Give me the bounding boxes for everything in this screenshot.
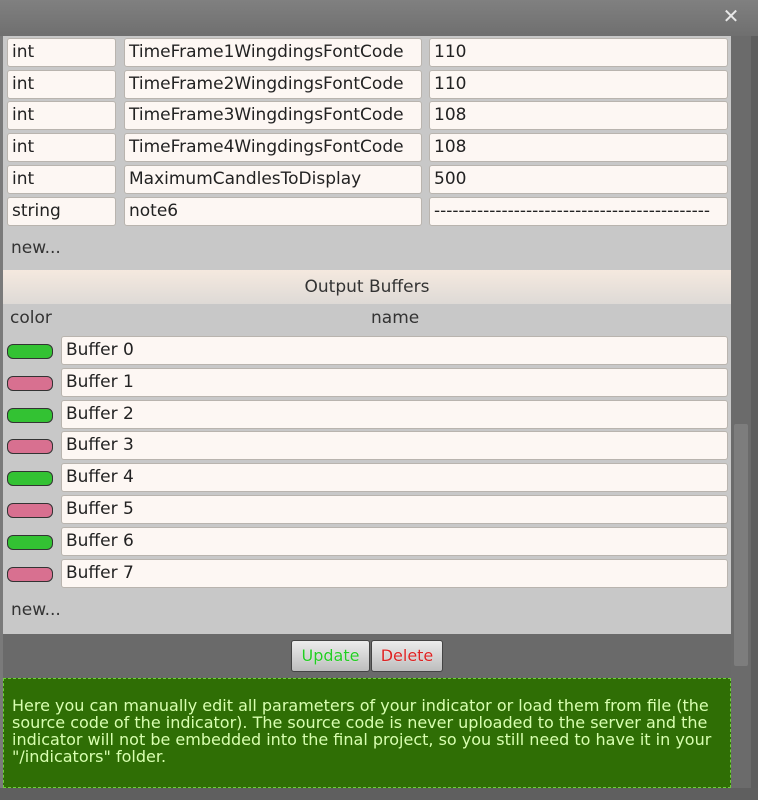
param-type-field[interactable]: int <box>7 133 116 162</box>
new-parameter-link[interactable]: new... <box>11 238 61 258</box>
close-icon[interactable]: ✕ <box>720 5 742 27</box>
buffer-color-swatch[interactable] <box>7 471 53 486</box>
param-type-field[interactable]: int <box>7 70 116 99</box>
param-name-field[interactable]: note6 <box>124 197 422 226</box>
delete-button[interactable]: Delete <box>371 640 443 672</box>
window-bottom-edge <box>0 788 758 800</box>
param-value-field[interactable]: 110 <box>429 70 728 99</box>
vertical-scrollbar[interactable] <box>731 36 751 788</box>
param-value-field[interactable]: ----------------------------------------… <box>429 197 728 226</box>
scrollbar-thumb[interactable] <box>734 424 748 666</box>
param-value-field[interactable]: 500 <box>429 165 728 194</box>
param-value-field[interactable]: 108 <box>429 101 728 130</box>
param-value-field[interactable]: 110 <box>429 38 728 67</box>
buffer-color-swatch[interactable] <box>7 376 53 391</box>
param-name-field[interactable]: TimeFrame3WingdingsFontCode <box>124 101 422 130</box>
param-name-field[interactable]: TimeFrame2WingdingsFontCode <box>124 70 422 99</box>
buffer-color-swatch[interactable] <box>7 503 53 518</box>
update-button[interactable]: Update <box>291 640 370 672</box>
buffer-color-swatch[interactable] <box>7 567 53 582</box>
name-column-header: name <box>371 308 420 328</box>
indicator-editor-panel: int TimeFrame1WingdingsFontCode 110 int … <box>3 36 731 788</box>
param-value-field[interactable]: 108 <box>429 133 728 162</box>
param-type-field[interactable]: int <box>7 101 116 130</box>
window-edge <box>751 36 758 800</box>
buffer-name-field[interactable]: Buffer 5 <box>61 495 728 524</box>
param-name-field[interactable]: MaximumCandlesToDisplay <box>124 165 422 194</box>
buffer-name-field[interactable]: Buffer 4 <box>61 463 728 492</box>
buffer-name-field[interactable]: Buffer 0 <box>61 336 728 365</box>
output-buffers-header: Output Buffers <box>3 270 731 304</box>
buffer-name-field[interactable]: Buffer 3 <box>61 431 728 460</box>
param-type-field[interactable]: int <box>7 38 116 67</box>
param-type-field[interactable]: int <box>7 165 116 194</box>
buffer-color-swatch[interactable] <box>7 344 53 359</box>
help-message: Here you can manually edit all parameter… <box>3 678 731 788</box>
buffer-color-swatch[interactable] <box>7 535 53 550</box>
buffer-name-field[interactable]: Buffer 7 <box>61 559 728 588</box>
dialog-titlebar: ✕ <box>0 0 758 36</box>
param-name-field[interactable]: TimeFrame4WingdingsFontCode <box>124 133 422 162</box>
buffer-name-field[interactable]: Buffer 1 <box>61 368 728 397</box>
buffer-name-field[interactable]: Buffer 2 <box>61 400 728 429</box>
color-column-header: color <box>10 308 52 328</box>
buffer-color-swatch[interactable] <box>7 439 53 454</box>
param-name-field[interactable]: TimeFrame1WingdingsFontCode <box>124 38 422 67</box>
buffer-name-field[interactable]: Buffer 6 <box>61 527 728 556</box>
new-buffer-link[interactable]: new... <box>11 600 61 620</box>
buffer-color-swatch[interactable] <box>7 408 53 423</box>
param-type-field[interactable]: string <box>7 197 116 226</box>
